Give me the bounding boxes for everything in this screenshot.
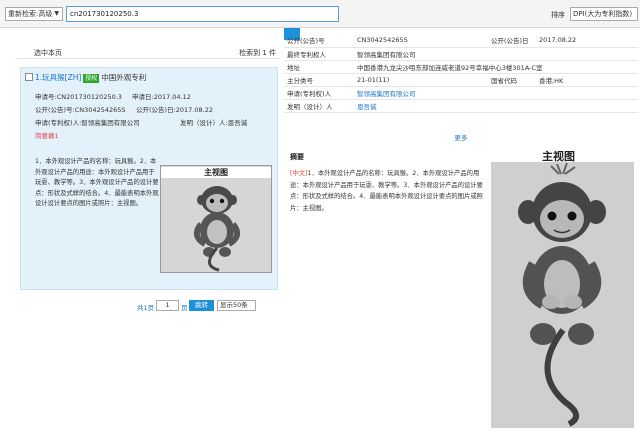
- abstract-flag: 简要摘1: [35, 132, 59, 140]
- select-page-link[interactable]: 选中本页: [34, 48, 62, 58]
- detail-label: 主分类号: [284, 73, 354, 87]
- search-mode-value: 重新检索:高级: [8, 10, 53, 18]
- detail-label: 国省代码: [487, 73, 536, 87]
- toy-monkey-large-image: [491, 162, 634, 428]
- application-date: 申请日:2017.04.12: [132, 93, 191, 101]
- status-badge: 授权: [83, 74, 100, 83]
- jump-button[interactable]: 跳转: [189, 300, 214, 311]
- detail-panel: 公开(公告)号 CN304254265S 公开(公告)日 2017.08.22 最终专利…: [284, 34, 638, 430]
- detail-value: 智领高集团有限公司: [354, 47, 638, 61]
- detail-row: 主分类号 21-01(11) 国省代码 香港;HK: [284, 73, 638, 87]
- result-checkbox[interactable]: [25, 73, 33, 81]
- detail-value[interactable]: 恩吾诚: [354, 99, 638, 113]
- result-abstract: 1．本外观设计产品的名称：玩具猴。2．本外观设计产品的用途：本外观设计产品用于玩…: [35, 158, 159, 207]
- toy-monkey-image: [161, 178, 271, 272]
- applicant: 申请(专利权)人:智领高集团有限公司: [35, 119, 140, 127]
- result-thumbnail[interactable]: 主视图: [160, 165, 272, 273]
- thumbnail-caption: 主视图: [161, 167, 271, 178]
- page-number-input[interactable]: 1: [156, 300, 179, 311]
- search-input[interactable]: cn201730120250.3: [66, 6, 339, 22]
- patent-type: 中国外观专利: [101, 73, 147, 82]
- inventor: 发明（设计）人:恩吾诚: [180, 119, 248, 127]
- detail-label: 公开(公告)号: [284, 34, 354, 48]
- result-title: 1.玩具猴[ZH] 授权 中国外观专利: [35, 72, 146, 83]
- detail-value: 21-01(11): [354, 73, 488, 87]
- detail-value[interactable]: 智领高集团有限公司: [354, 86, 638, 100]
- detail-row: 最终专利权人 智领高集团有限公司: [284, 47, 638, 61]
- abstract-title: 摘要: [290, 153, 304, 161]
- detail-row: 申请(专利权)人 智领高集团有限公司: [284, 86, 638, 100]
- detail-label: 最终专利权人: [284, 47, 354, 61]
- result-list-panel: 选中本页 检索到 1 件 1.玩具猴[ZH] 授权 中国外观专利 申请号:CN201…: [17, 43, 280, 430]
- page-count: 共1页: [137, 304, 155, 312]
- sort-select-value: DPI(大为专利指数): [573, 10, 633, 18]
- detail-table: 公开(公告)号 CN304254265S 公开(公告)日 2017.08.22 最终专利…: [284, 34, 638, 113]
- result-title-link[interactable]: 1.玩具猴[ZH]: [35, 73, 81, 82]
- detail-value: 中国香港九龙尖沙咀东部加连威老道92号幸福中心3楼301A-C室: [354, 60, 638, 74]
- publication-date: 公开(公告)日:2017.08.22: [136, 106, 213, 114]
- detail-value: 2017.08.22: [535, 34, 638, 48]
- detail-label: 地址: [284, 60, 354, 74]
- detail-row: 地址 中国香港九龙尖沙咀东部加连威老道92号幸福中心3楼301A-C室: [284, 60, 638, 74]
- publication-number: 公开(公告)号:CN304254265S: [35, 106, 126, 114]
- detail-value: 香港;HK: [535, 73, 638, 87]
- result-list-header: 选中本页 检索到 1 件: [17, 43, 280, 59]
- abstract-body: 1．本外观设计产品的名称：玩具猴。2．本外观设计产品的用途：本外观设计产品用于玩…: [290, 170, 483, 212]
- abstract-section: 摘要 [中文]1．本外观设计产品的名称：玩具猴。2．本外观设计产品的用途：本外观…: [290, 152, 488, 214]
- result-count: 检索到 1 件: [239, 49, 276, 57]
- abstract-language-tag: [中文]: [290, 170, 308, 177]
- detail-value: CN304254265S: [354, 34, 488, 48]
- application-number: 申请号:CN201730120250.3: [35, 93, 122, 101]
- sort-select[interactable]: DPI(大为专利指数): [570, 7, 638, 21]
- sort-label: 排序: [551, 11, 565, 19]
- detail-row: 发明（设计）人 恩吾诚: [284, 99, 638, 113]
- search-toolbar: 重新检索:高级 ▼ cn201730120250.3 排序 DPI(大为专利指数…: [0, 0, 640, 28]
- detail-label: 发明（设计）人: [284, 99, 354, 113]
- result-card[interactable]: 1.玩具猴[ZH] 授权 中国外观专利 申请号:CN201730120250.3 申…: [20, 67, 278, 290]
- detail-row: 公开(公告)号 CN304254265S 公开(公告)日 2017.08.22: [284, 34, 638, 48]
- chevron-down-icon: ▼: [54, 10, 59, 17]
- main-view-image[interactable]: [491, 162, 634, 428]
- page-size-select[interactable]: 显示50条: [217, 300, 256, 311]
- detail-label: 申请(专利权)人: [284, 86, 354, 100]
- abstract-text: [中文]1．本外观设计产品的名称：玩具猴。2．本外观设计产品的用途：本外观设计产…: [290, 168, 488, 214]
- more-link[interactable]: 更多: [284, 132, 638, 142]
- search-mode-select[interactable]: 重新检索:高级 ▼: [5, 7, 63, 21]
- page-suffix: 页: [181, 304, 188, 312]
- detail-label: 公开(公告)日: [487, 34, 536, 48]
